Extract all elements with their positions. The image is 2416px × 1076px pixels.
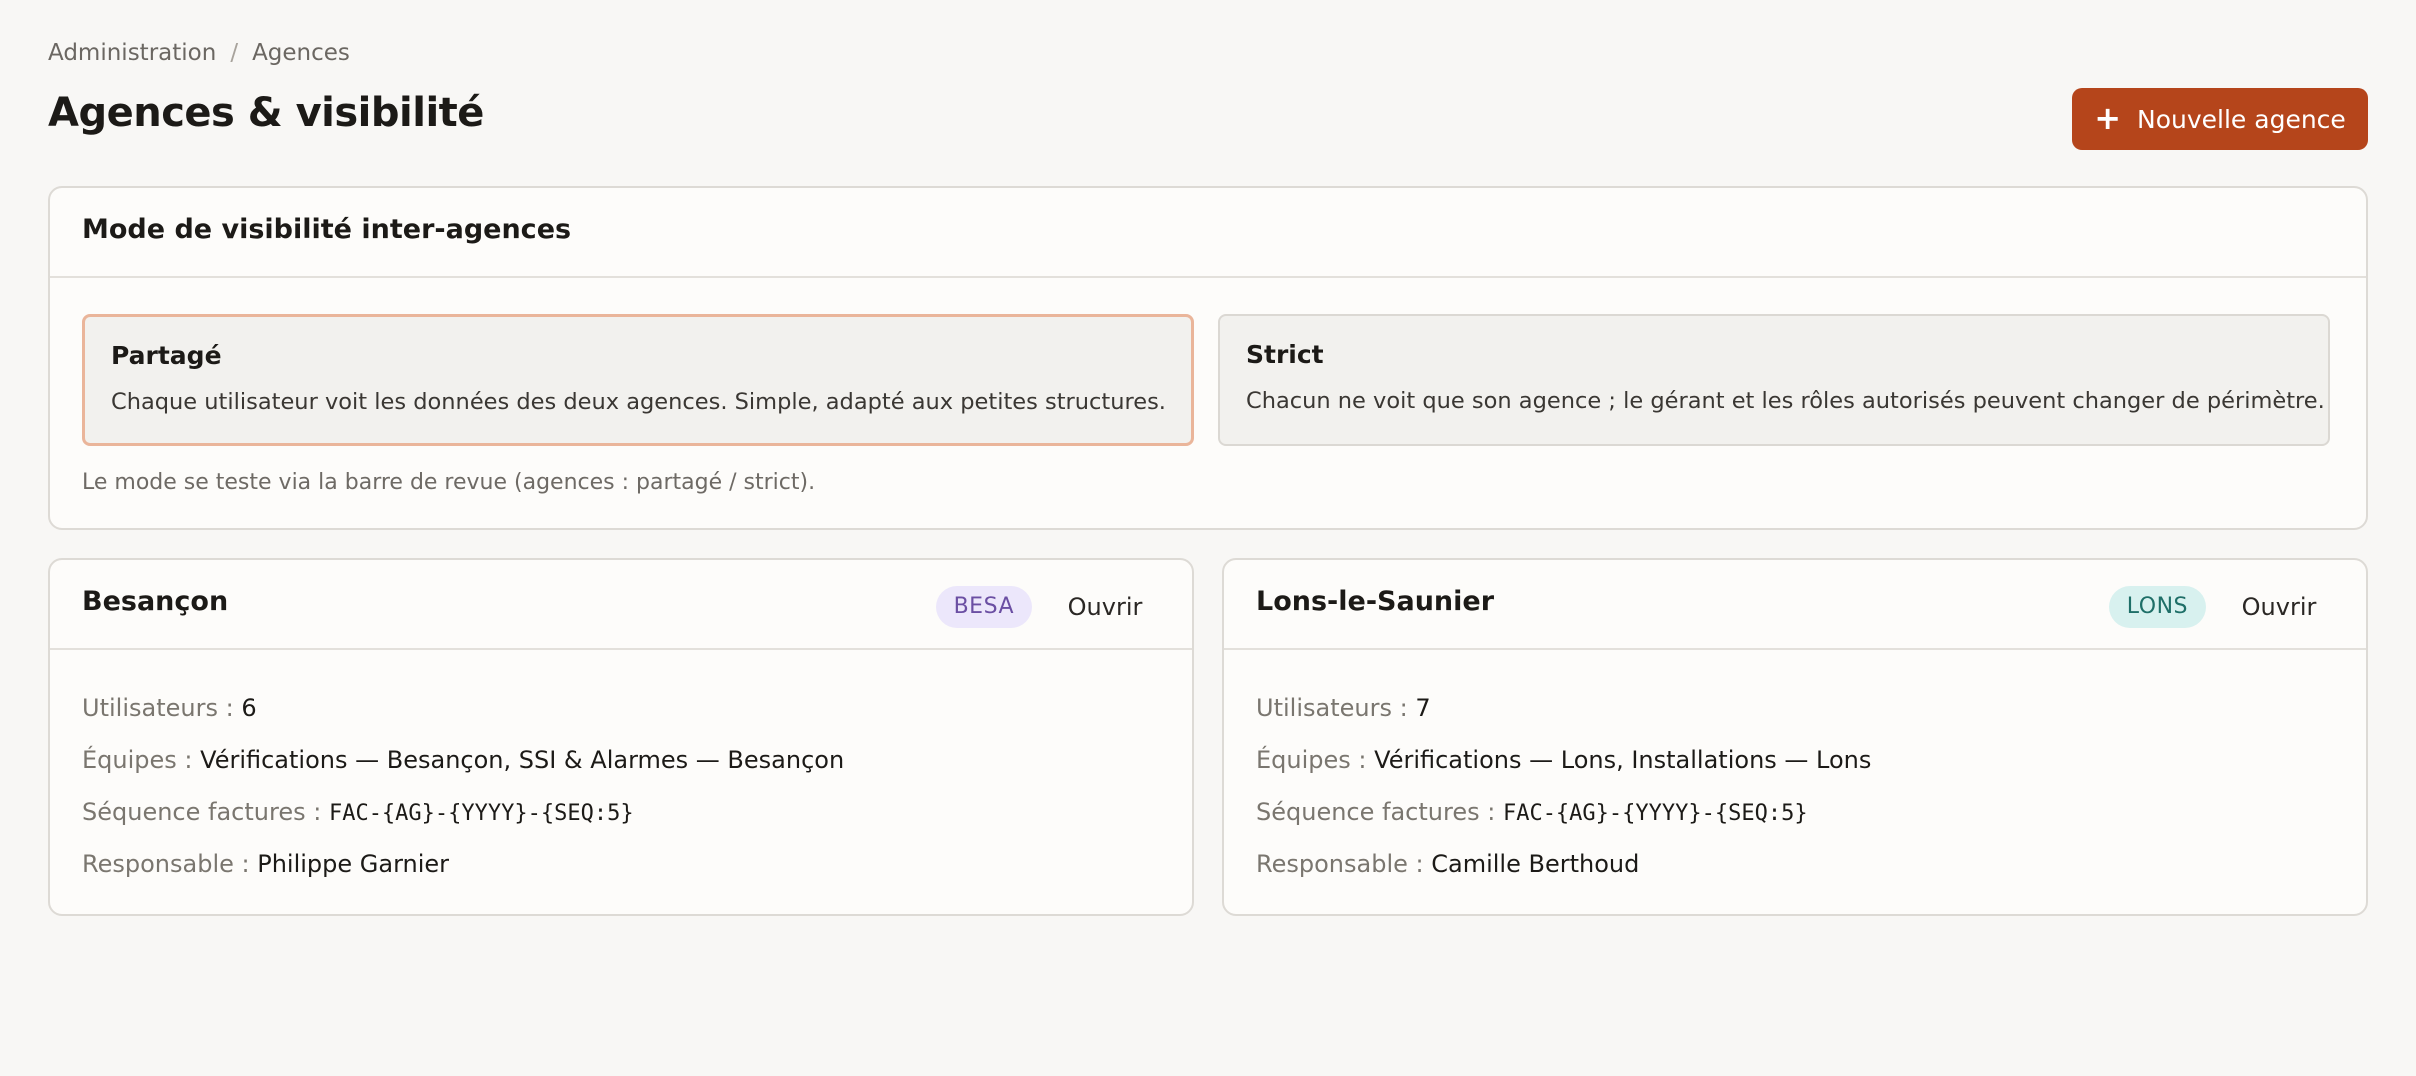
users-label: Utilisateurs : (82, 694, 234, 722)
invoice-sequence-label: Séquence factures : (1256, 798, 1496, 826)
manager-name: Philippe Garnier (257, 850, 450, 878)
agency-card-besancon: Besançon BESA Ouvrir Utilisateurs : 6 Éq… (48, 558, 1194, 916)
visibility-card-title: Mode de visibilité inter-agences (82, 214, 572, 245)
users-count: 6 (241, 694, 257, 722)
option-title: Strict (1246, 340, 1324, 369)
teams-label: Équipes : (82, 746, 193, 774)
visibility-option-strict[interactable]: Strict Chacun ne voit que son agence ; l… (1218, 314, 2330, 446)
agency-details: Utilisateurs : 6 Équipes : Vérifications… (82, 694, 844, 902)
users-label: Utilisateurs : (1256, 694, 1408, 722)
manager-label: Responsable : (1256, 850, 1424, 878)
breadcrumb-administration[interactable]: Administration (48, 40, 216, 66)
visibility-mode-card: Mode de visibilité inter-agences Partagé… (48, 186, 2368, 530)
invoice-sequence-row: Séquence factures : FAC-{AG}-{YYYY}-{SEQ… (82, 798, 844, 850)
agency-card-header: Lons-le-Saunier LONS Ouvrir (1224, 560, 2366, 650)
visibility-card-header: Mode de visibilité inter-agences (50, 188, 2366, 278)
option-description: Chacun ne voit que son agence ; le géran… (1246, 388, 2325, 414)
manager-name: Camille Berthoud (1431, 850, 1640, 878)
agency-code-badge: LONS (2108, 586, 2206, 628)
teams-value: Vérifications — Besançon, SSI & Alarmes … (200, 746, 845, 774)
page-title: Agences & visibilité (48, 90, 484, 136)
new-agency-button[interactable]: + Nouvelle agence (2072, 88, 2368, 150)
users-count: 7 (1415, 694, 1431, 722)
option-description: Chaque utilisateur voit les données des … (111, 389, 1166, 415)
breadcrumb-agences: Agences (252, 40, 350, 66)
visibility-note: Le mode se teste via la barre de revue (… (82, 470, 816, 495)
users-row: Utilisateurs : 7 (1256, 694, 1871, 746)
invoice-sequence-label: Séquence factures : (82, 798, 322, 826)
teams-row: Équipes : Vérifications — Lons, Installa… (1256, 746, 1871, 798)
plus-icon: + (2094, 98, 2122, 137)
teams-label: Équipes : (1256, 746, 1367, 774)
breadcrumb: Administration / Agences (48, 40, 350, 66)
agency-name: Lons-le-Saunier (1256, 586, 1495, 617)
agency-name: Besançon (82, 586, 229, 617)
new-agency-button-label: Nouvelle agence (2137, 104, 2346, 134)
open-agency-button[interactable]: Ouvrir (1050, 580, 1160, 634)
agency-code-badge: BESA (935, 586, 1032, 628)
manager-row: Responsable : Philippe Garnier (82, 850, 844, 902)
agency-card-lons: Lons-le-Saunier LONS Ouvrir Utilisateurs… (1222, 558, 2368, 916)
invoice-sequence-row: Séquence factures : FAC-{AG}-{YYYY}-{SEQ… (1256, 798, 1871, 850)
option-title: Partagé (111, 341, 222, 370)
teams-row: Équipes : Vérifications — Besançon, SSI … (82, 746, 844, 798)
agency-card-header: Besançon BESA Ouvrir (50, 560, 1192, 650)
teams-value: Vérifications — Lons, Installations — Lo… (1374, 746, 1872, 774)
invoice-sequence-value: FAC-{AG}-{YYYY}-{SEQ:5} (328, 801, 634, 826)
users-row: Utilisateurs : 6 (82, 694, 844, 746)
open-agency-button[interactable]: Ouvrir (2224, 580, 2334, 634)
breadcrumb-separator: / (230, 40, 239, 66)
agency-details: Utilisateurs : 7 Équipes : Vérifications… (1256, 694, 1871, 902)
manager-label: Responsable : (82, 850, 250, 878)
visibility-option-partage[interactable]: Partagé Chaque utilisateur voit les donn… (82, 314, 1194, 446)
manager-row: Responsable : Camille Berthoud (1256, 850, 1871, 902)
invoice-sequence-value: FAC-{AG}-{YYYY}-{SEQ:5} (1502, 801, 1808, 826)
